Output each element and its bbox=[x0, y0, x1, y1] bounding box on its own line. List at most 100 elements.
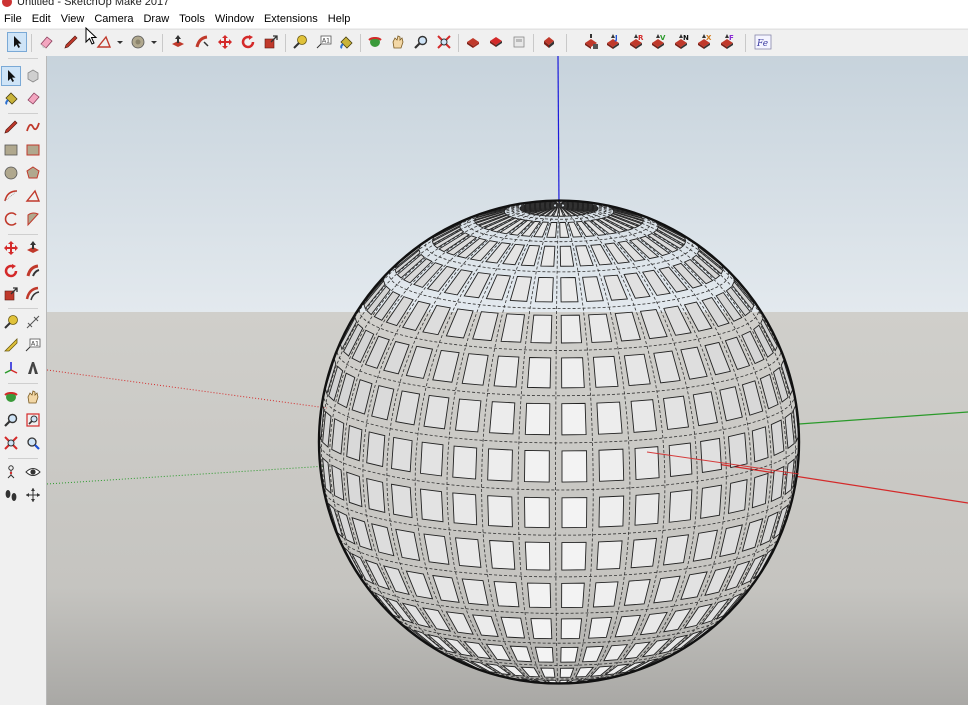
sidebar-select-button[interactable] bbox=[1, 66, 21, 86]
sphere-face bbox=[561, 450, 588, 483]
layout-button[interactable] bbox=[509, 32, 529, 52]
shapes-tool-dropdown[interactable] bbox=[128, 32, 148, 52]
sphere-face bbox=[452, 492, 478, 526]
sandbox-from-scratch-button[interactable]: J bbox=[603, 32, 623, 52]
tape-measure-button[interactable] bbox=[290, 32, 310, 52]
sidebar-text-button[interactable]: A1 bbox=[23, 335, 43, 355]
sidebar-paint-bucket-button[interactable] bbox=[1, 88, 21, 108]
ruby-console-button[interactable]: Fe bbox=[753, 32, 773, 52]
sandbox-from-contours-icon bbox=[585, 34, 598, 49]
previous-view-icon bbox=[27, 437, 40, 450]
text-button[interactable]: A1 bbox=[314, 32, 334, 52]
sidebar-freehand-button[interactable] bbox=[23, 117, 43, 137]
paint-bucket-button[interactable] bbox=[336, 32, 356, 52]
sandbox-stamp-button[interactable]: V bbox=[648, 32, 668, 52]
window-title: Untitled - SketchUp Make 2017 bbox=[17, 0, 170, 8]
look-around-icon bbox=[25, 468, 41, 476]
tape-measure-icon bbox=[4, 315, 18, 329]
text-icon: A1 bbox=[25, 338, 41, 352]
sandbox-flip-edge-button[interactable]: F bbox=[717, 32, 737, 52]
sidebar-dimension-button[interactable] bbox=[23, 312, 43, 332]
sidebar-walk-button[interactable] bbox=[1, 485, 21, 505]
sidebar-offset-button[interactable] bbox=[23, 284, 43, 304]
sidebar-pie-button[interactable] bbox=[23, 209, 43, 229]
pan-icon bbox=[392, 35, 404, 49]
sidebar-look-around-button[interactable] bbox=[23, 462, 43, 482]
follow-me-button[interactable] bbox=[192, 32, 212, 52]
model-viewport[interactable] bbox=[47, 56, 968, 705]
walk-icon bbox=[5, 490, 17, 501]
sidebar-eraser-button[interactable] bbox=[23, 88, 43, 108]
sidebar-protractor-button[interactable] bbox=[1, 335, 21, 355]
sidebar-rectangle-button[interactable] bbox=[1, 140, 21, 160]
rotate-icon bbox=[4, 264, 18, 278]
zoom-button[interactable] bbox=[411, 32, 431, 52]
sandbox-from-contours-button[interactable] bbox=[581, 32, 601, 52]
menu-help[interactable]: Help bbox=[323, 10, 356, 28]
sidebar-move-button[interactable] bbox=[1, 238, 21, 258]
sandbox-add-detail-button[interactable]: X bbox=[694, 32, 714, 52]
sidebar-tape-measure-button[interactable] bbox=[1, 312, 21, 332]
scene-canvas[interactable] bbox=[47, 56, 968, 705]
sidebar-zoom-button[interactable] bbox=[1, 410, 21, 430]
sky bbox=[47, 56, 968, 312]
sidebar-polygon-button[interactable] bbox=[23, 163, 43, 183]
sidebar-rotated-rectangle-button[interactable] bbox=[23, 140, 43, 160]
sidebar-3d-text-button[interactable] bbox=[23, 358, 43, 378]
zoom-extents-button[interactable] bbox=[434, 32, 454, 52]
sidebar-follow-me-button[interactable] bbox=[23, 261, 43, 281]
eraser-tool-button[interactable] bbox=[36, 32, 56, 52]
sphere-face bbox=[561, 357, 585, 389]
sidebar-line-button[interactable] bbox=[1, 117, 21, 137]
sidebar-zoom-window-button[interactable] bbox=[23, 410, 43, 430]
orbit-button[interactable] bbox=[365, 32, 385, 52]
extension-warehouse-button[interactable] bbox=[539, 32, 559, 52]
sidebar-position-camera-button[interactable] bbox=[1, 462, 21, 482]
sidebar-circle-button[interactable] bbox=[1, 163, 21, 183]
sidebar-orbit-button[interactable] bbox=[1, 387, 21, 407]
move-button[interactable] bbox=[215, 32, 235, 52]
menu-file[interactable]: File bbox=[0, 10, 27, 28]
sandbox-drape-button[interactable]: N bbox=[671, 32, 691, 52]
scale-button[interactable] bbox=[261, 32, 281, 52]
sidebar-make-component-button[interactable] bbox=[23, 66, 43, 86]
pan-button[interactable] bbox=[388, 32, 408, 52]
sidebar-pan-button[interactable] bbox=[23, 387, 43, 407]
sidebar-two-point-arc-button[interactable] bbox=[23, 186, 43, 206]
push-pull-button[interactable] bbox=[168, 32, 188, 52]
select-tool-button[interactable] bbox=[7, 32, 27, 52]
rotate-button[interactable] bbox=[238, 32, 258, 52]
menu-view[interactable]: View bbox=[56, 10, 90, 28]
share-model-button[interactable] bbox=[486, 32, 506, 52]
sidebar-rotate-button[interactable] bbox=[1, 261, 21, 281]
sidebar-three-point-arc-button[interactable] bbox=[1, 209, 21, 229]
sphere-face bbox=[452, 445, 478, 480]
menu-extensions[interactable]: Extensions bbox=[259, 10, 323, 28]
select-icon bbox=[14, 36, 22, 48]
menu-window[interactable]: Window bbox=[210, 10, 259, 28]
sandbox-smoove-button[interactable]: R bbox=[626, 32, 646, 52]
line-icon bbox=[4, 120, 18, 134]
layout-icon bbox=[513, 36, 525, 48]
3d-warehouse-button[interactable] bbox=[463, 32, 483, 52]
sidebar-scale-button[interactable] bbox=[1, 284, 21, 304]
sidebar-previous-view-button[interactable] bbox=[23, 433, 43, 453]
sphere-face bbox=[346, 471, 363, 508]
sidebar-arc-button[interactable] bbox=[1, 186, 21, 206]
sphere-face bbox=[596, 540, 623, 570]
menu-draw[interactable]: Draw bbox=[138, 10, 174, 28]
menu-camera[interactable]: Camera bbox=[89, 10, 138, 28]
sphere-face bbox=[598, 495, 625, 528]
sphere-face bbox=[728, 432, 748, 469]
large-tool-set: A1 bbox=[0, 56, 47, 705]
sidebar-zoom-extents-button[interactable] bbox=[1, 433, 21, 453]
sidebar-push-pull-button[interactable] bbox=[23, 238, 43, 258]
menu-tools[interactable]: Tools bbox=[174, 10, 210, 28]
sidebar-axes-button[interactable] bbox=[1, 358, 21, 378]
rotated-rectangle-icon bbox=[26, 144, 40, 156]
pencil-tool-button[interactable] bbox=[61, 32, 81, 52]
sidebar-section-plane-button[interactable] bbox=[23, 485, 43, 505]
zoom-extents-icon bbox=[437, 35, 451, 49]
menu-edit[interactable]: Edit bbox=[27, 10, 56, 28]
sphere-face bbox=[489, 401, 516, 435]
